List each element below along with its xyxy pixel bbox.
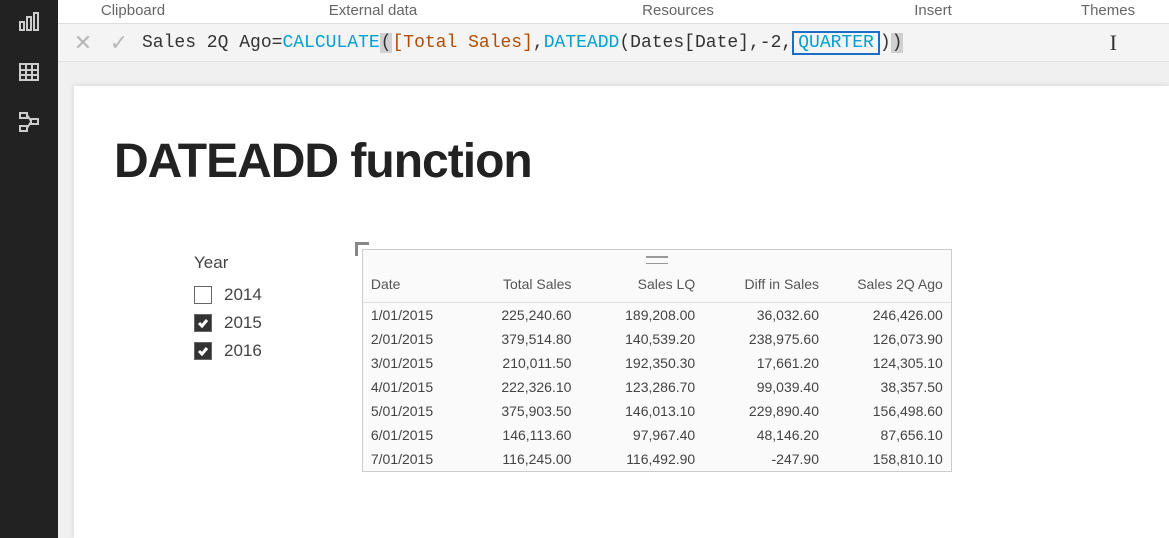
table-row[interactable]: 7/01/2015116,245.00116,492.90-247.90158,… [363, 447, 951, 471]
model-view-icon[interactable] [15, 108, 43, 136]
formula-input[interactable]: Sales 2Q Ago = CALCULATE( [Total Sales],… [142, 30, 1157, 56]
checkbox-checked-icon[interactable] [194, 314, 212, 332]
paren-close-1: ) [880, 33, 891, 53]
col-header-total-sales[interactable]: Total Sales [456, 270, 580, 303]
formula-eq: = [272, 33, 283, 53]
formula-bar: ✕ ✓ Sales 2Q Ago = CALCULATE( [Total Sal… [58, 24, 1169, 62]
checkbox-checked-icon[interactable] [194, 342, 212, 360]
formula-lhs: Sales 2Q Ago [142, 33, 272, 53]
page-title: DATEADD function [114, 134, 1129, 189]
table-row[interactable]: 2/01/2015379,514.80140,539.20238,975.601… [363, 327, 951, 351]
left-nav [0, 0, 58, 538]
col-header-date[interactable]: Date [363, 270, 456, 303]
table-body: 1/01/2015225,240.60189,208.0036,032.6024… [363, 303, 951, 472]
slicer-item-2015[interactable]: 2015 [194, 313, 262, 333]
drag-grip-icon[interactable] [646, 256, 668, 264]
ribbon-groups: Clipboard External data Resources Insert… [58, 0, 1169, 24]
data-view-icon[interactable] [15, 58, 43, 86]
table-row[interactable]: 6/01/2015146,113.6097,967.4048,146.2087,… [363, 423, 951, 447]
commit-formula-button[interactable]: ✓ [106, 30, 132, 56]
col-header-sales-lq[interactable]: Sales LQ [579, 270, 703, 303]
formula-arg-offset: -2 [760, 33, 782, 53]
formula-arg-total-sales: [Total Sales] [392, 33, 532, 53]
paren-close-2: ) [891, 33, 904, 53]
report-page: DATEADD function Year 2014 2015 [74, 86, 1169, 538]
ribbon-group-insert: Insert [818, 0, 1048, 23]
ribbon-group-clipboard: Clipboard [58, 0, 208, 23]
resize-handle-icon[interactable] [355, 242, 369, 256]
slicer-title: Year [194, 253, 262, 273]
ribbon-group-themes: Themes [1048, 0, 1168, 23]
col-header-2q-ago[interactable]: Sales 2Q Ago [827, 270, 951, 303]
slicer-item-2014[interactable]: 2014 [194, 285, 262, 305]
table-row[interactable]: 4/01/2015222,326.10123,286.7099,039.4038… [363, 375, 951, 399]
slicer-item-label: 2014 [224, 285, 262, 305]
report-canvas[interactable]: DATEADD function Year 2014 2015 [58, 62, 1169, 538]
paren-open-1: ( [380, 33, 393, 53]
table-header-row: Date Total Sales Sales LQ Diff in Sales … [363, 270, 951, 303]
col-header-diff[interactable]: Diff in Sales [703, 270, 827, 303]
data-table-visual[interactable]: Date Total Sales Sales LQ Diff in Sales … [362, 249, 952, 472]
formula-arg-dates: Dates[Date] [630, 33, 749, 53]
slicer-item-label: 2015 [224, 313, 262, 333]
report-view-icon[interactable] [15, 8, 43, 36]
formula-fn-calculate: CALCULATE [282, 33, 379, 53]
table-row[interactable]: 3/01/2015210,011.50192,350.3017,661.2012… [363, 351, 951, 375]
slicer-item-label: 2016 [224, 341, 262, 361]
formula-arg-quarter-highlighted: QUARTER [792, 31, 880, 55]
formula-fn-dateadd: DATEADD [544, 33, 620, 53]
year-slicer[interactable]: Year 2014 2015 2016 [194, 253, 262, 369]
text-cursor-icon: I [1110, 30, 1117, 56]
table-row[interactable]: 5/01/2015375,903.50146,013.10229,890.401… [363, 399, 951, 423]
checkbox-unchecked-icon[interactable] [194, 286, 212, 304]
ribbon-group-external-data: External data [208, 0, 538, 23]
table-row[interactable]: 1/01/2015225,240.60189,208.0036,032.6024… [363, 303, 951, 328]
cancel-formula-button[interactable]: ✕ [70, 30, 96, 56]
ribbon-group-resources: Resources [538, 0, 818, 23]
slicer-item-2016[interactable]: 2016 [194, 341, 262, 361]
